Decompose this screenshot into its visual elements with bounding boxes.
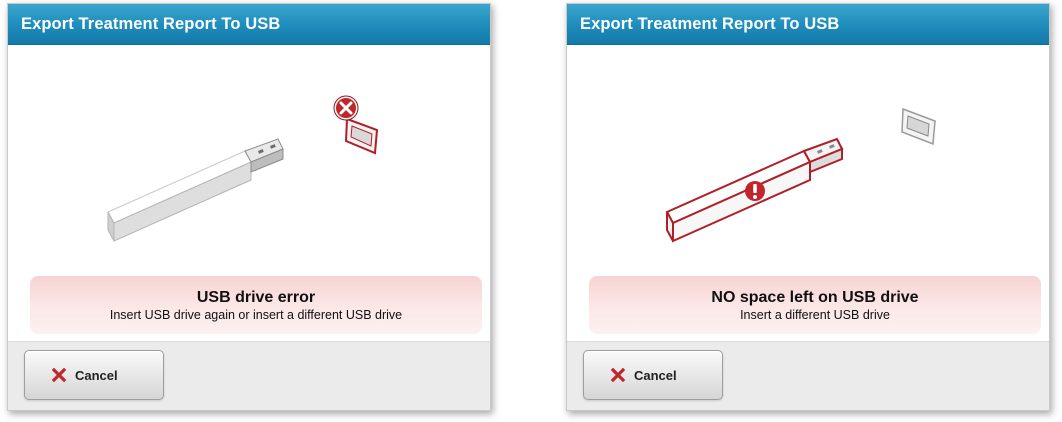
- dialog-footer: Cancel: [567, 341, 1049, 410]
- usb-drive-illustration: [107, 95, 379, 242]
- dialog-footer: Cancel: [8, 341, 490, 410]
- message-detail: Insert USB drive again or insert a diffe…: [109, 308, 403, 322]
- error-message-panel: USB drive error Insert USB drive again o…: [30, 276, 482, 334]
- error-x-icon: [333, 95, 359, 121]
- cancel-x-icon: [52, 368, 66, 382]
- warning-exclamation-icon: [745, 181, 765, 201]
- usb-drive-icon: [107, 138, 284, 242]
- dialog-title: Export Treatment Report To USB: [8, 4, 490, 45]
- message-title: NO space left on USB drive: [711, 289, 919, 306]
- usb-port-icon: [901, 107, 936, 146]
- dialog-title: Export Treatment Report To USB: [567, 4, 1049, 45]
- error-message-panel: NO space left on USB drive Insert a diff…: [589, 276, 1041, 334]
- cancel-x-icon: [611, 368, 625, 382]
- cancel-label: Cancel: [75, 367, 118, 383]
- usb-port-icon: [344, 117, 379, 155]
- usb-drive-illustration: [665, 107, 936, 243]
- usb-error-dialog: Export Treatment Report To USB USB drive…: [7, 3, 491, 411]
- cancel-button[interactable]: Cancel: [24, 350, 164, 400]
- usb-no-space-dialog: Export Treatment Report To USB NO space …: [566, 3, 1050, 411]
- cancel-button[interactable]: Cancel: [583, 350, 723, 400]
- message-title: USB drive error: [196, 289, 316, 306]
- message-detail: Insert a different USB drive: [740, 308, 890, 322]
- cancel-label: Cancel: [634, 367, 677, 383]
